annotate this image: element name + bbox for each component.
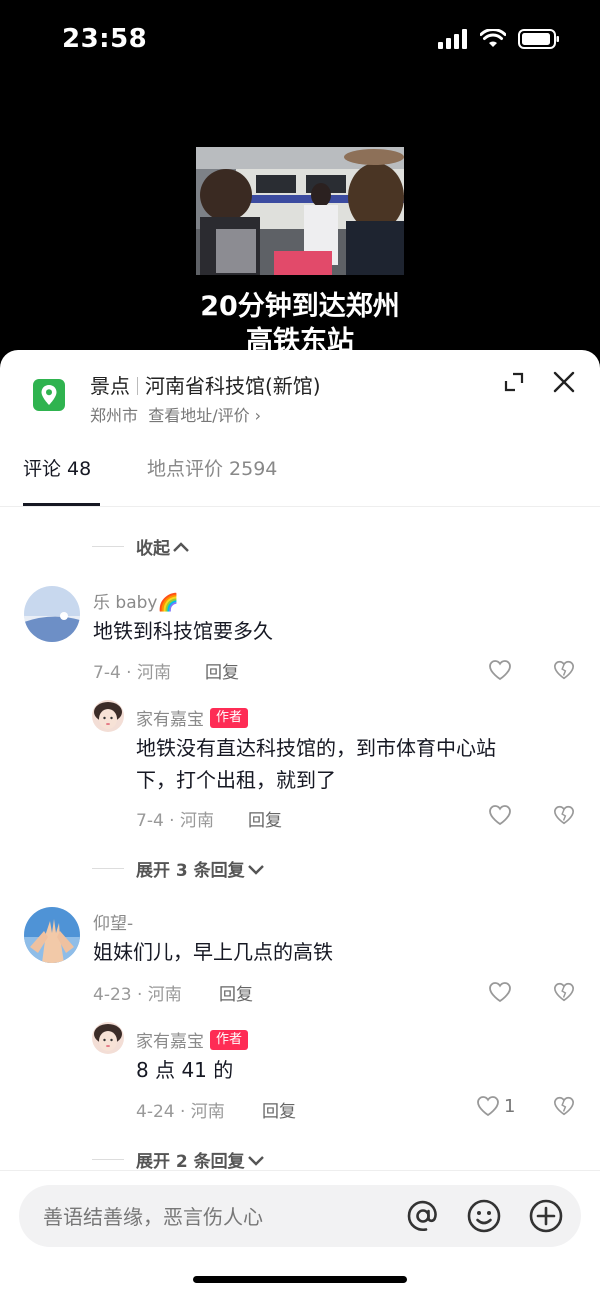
divider <box>92 1159 124 1160</box>
comment-username[interactable]: 仰望- <box>93 909 133 934</box>
video-caption-line1: 20分钟到达郑州 <box>200 291 400 322</box>
comment-meta: 4-23 · 河南 <box>93 985 182 1005</box>
avatar[interactable] <box>24 907 80 963</box>
comment-sheet: 景点 河南省科技馆(新馆) 郑州市 查看地址/评价 › 评论 48 地点评价 25… <box>0 350 600 1298</box>
expand-replies-label: 展开 2 条回复 <box>136 1152 245 1172</box>
reply-meta: 4-24 · 河南 <box>136 1102 225 1122</box>
reply-username-text: 家有嘉宝 <box>136 710 204 730</box>
chevron-down-icon <box>247 1155 264 1166</box>
like-heart-icon[interactable] <box>488 658 512 682</box>
reply-text-line1: 8 点 41 的 <box>136 1058 234 1082</box>
reply-button[interactable]: 回复 <box>248 806 282 831</box>
tab-bar: 评论 48 地点评价 2594 <box>0 440 600 507</box>
status-bar: 23:58 <box>0 0 600 80</box>
wifi-icon <box>480 29 506 47</box>
location-pin-icon <box>33 379 65 411</box>
reply-button[interactable]: 回复 <box>205 658 239 683</box>
expand-replies-button[interactable]: 展开 2 条回复 <box>136 1147 265 1172</box>
collapse-label: 收起 <box>136 539 170 559</box>
status-icons <box>438 28 560 50</box>
home-indicator <box>193 1276 407 1283</box>
author-badge: 作者 <box>210 707 249 728</box>
comment-input-bar <box>0 1170 600 1298</box>
comment-input[interactable] <box>41 1185 395 1249</box>
reply-button[interactable]: 回复 <box>262 1097 296 1122</box>
reply-username[interactable]: 家有嘉宝 作者 <box>136 1027 249 1052</box>
like-heart-icon <box>477 1096 499 1117</box>
poi-name: 河南省科技馆(新馆) <box>145 374 321 398</box>
emoji-icon[interactable] <box>465 1197 503 1235</box>
avatar[interactable] <box>92 1022 124 1054</box>
dislike-broken-heart-icon[interactable] <box>553 659 575 681</box>
comment-meta: 7-4 · 河南 <box>93 663 171 683</box>
tab-active-indicator <box>23 503 100 506</box>
status-time: 23:58 <box>62 24 148 54</box>
video-area[interactable]: 20分钟到达郑州 高铁东站 <box>0 80 600 370</box>
poi-city: 郑州市 <box>90 406 139 425</box>
tab-comments[interactable]: 评论 48 <box>23 454 91 481</box>
like-heart-icon[interactable] <box>488 803 512 827</box>
dislike-broken-heart-icon[interactable] <box>553 1095 575 1117</box>
add-icon[interactable] <box>527 1197 565 1235</box>
author-badge: 作者 <box>210 1029 249 1050</box>
poi-subtitle[interactable]: 郑州市 查看地址/评价 › <box>90 402 261 426</box>
expand-replies-label: 展开 3 条回复 <box>136 861 245 881</box>
tab-place-reviews[interactable]: 地点评价 2594 <box>147 454 277 481</box>
chevron-down-icon <box>247 864 264 875</box>
like-count: 1 <box>504 1095 516 1117</box>
divider <box>92 546 124 547</box>
divider <box>92 868 124 869</box>
collapse-button[interactable]: 收起 <box>136 534 190 559</box>
reply-meta: 7-4 · 河南 <box>136 811 214 831</box>
expand-icon[interactable] <box>502 370 526 394</box>
poi-header[interactable]: 景点 河南省科技馆(新馆) 郑州市 查看地址/评价 › <box>0 350 600 440</box>
comment-text: 地铁到科技馆要多久 <box>93 619 273 643</box>
close-icon[interactable] <box>551 369 577 395</box>
poi-title[interactable]: 景点 河南省科技馆(新馆) <box>90 370 321 399</box>
poi-category: 景点 <box>90 374 130 398</box>
divider <box>137 377 138 395</box>
like-heart-icon[interactable] <box>488 980 512 1004</box>
reply-username[interactable]: 家有嘉宝 作者 <box>136 705 249 730</box>
train-platform-image <box>196 147 404 275</box>
reply-text-line2: 下，打个出租，就到了 <box>136 768 336 792</box>
comment-input-container[interactable] <box>19 1185 581 1249</box>
mention-at-icon[interactable] <box>404 1197 442 1235</box>
dislike-broken-heart-icon[interactable] <box>553 804 575 826</box>
expand-replies-button[interactable]: 展开 3 条回复 <box>136 856 265 881</box>
reply-username-text: 家有嘉宝 <box>136 1032 204 1052</box>
reply-text-line1: 地铁没有直达科技馆的，到市体育中心站 <box>136 736 496 760</box>
avatar[interactable] <box>24 586 80 642</box>
dislike-broken-heart-icon[interactable] <box>553 981 575 1003</box>
avatar[interactable] <box>92 700 124 732</box>
like-button[interactable]: 1 <box>476 1094 516 1118</box>
chevron-up-icon <box>173 541 189 552</box>
signal-icon <box>438 29 467 49</box>
battery-icon <box>518 29 559 49</box>
poi-link[interactable]: 查看地址/评价 › <box>148 406 261 425</box>
comment-username[interactable]: 乐 baby🌈 <box>93 588 179 613</box>
reply-button[interactable]: 回复 <box>219 980 253 1005</box>
video-thumbnail[interactable] <box>196 147 404 275</box>
comment-text: 姐妹们儿，早上几点的高铁 <box>93 940 333 964</box>
